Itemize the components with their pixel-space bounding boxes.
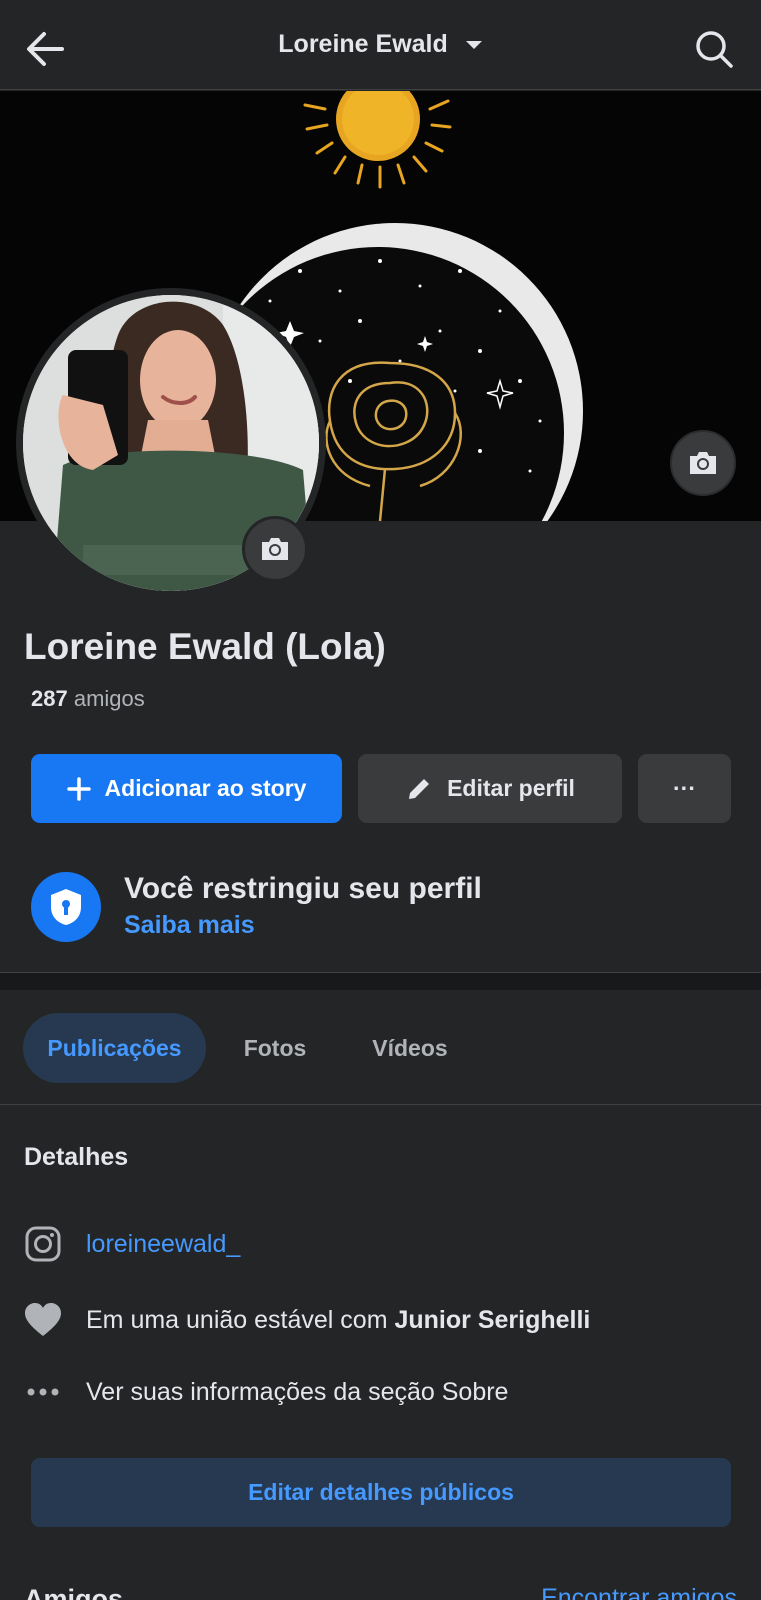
tabs-divider	[0, 1104, 761, 1105]
profile-camera-button[interactable]	[242, 516, 308, 582]
shield-lock-icon	[51, 889, 81, 925]
sun-illustration	[303, 91, 452, 189]
tab-videos[interactable]: Vídeos	[356, 1013, 464, 1083]
camera-icon	[690, 452, 716, 474]
add-to-story-label: Adicionar ao story	[104, 775, 307, 801]
learn-more-link[interactable]: Saiba mais	[124, 911, 255, 940]
about-detail[interactable]: Ver suas informações da seção Sobre	[24, 1372, 508, 1412]
profile-name: Loreine Ewald (Lola)	[24, 626, 386, 667]
instagram-icon	[24, 1225, 62, 1263]
edit-public-details-button[interactable]: Editar detalhes públicos	[31, 1458, 731, 1527]
friends-count[interactable]: 287 amigos	[31, 686, 145, 712]
relationship-partner[interactable]: Junior Serighelli	[394, 1306, 590, 1334]
instagram-detail[interactable]: loreineewald_	[24, 1224, 240, 1264]
friends-section-heading: Amigos	[24, 1584, 124, 1600]
caret-down-icon	[465, 41, 482, 50]
tab-posts[interactable]: Publicações	[23, 1013, 206, 1083]
about-link-text: Ver suas informações da seção Sobre	[86, 1377, 509, 1406]
relationship-text: Em uma união estável com Junior Serighel…	[86, 1306, 590, 1335]
edit-profile-label: Editar perfil	[447, 775, 575, 801]
more-dots-icon	[24, 1373, 62, 1411]
more-options-label: ···	[673, 775, 696, 801]
cover-camera-button[interactable]	[670, 430, 736, 496]
instagram-handle[interactable]: loreineewald_	[86, 1230, 240, 1259]
edit-profile-button[interactable]: Editar perfil	[358, 754, 622, 823]
find-friends-link[interactable]: Encontrar amigos	[541, 1584, 737, 1600]
heart-icon	[24, 1301, 62, 1339]
details-heading: Detalhes	[24, 1143, 129, 1171]
more-options-button[interactable]: ···	[638, 754, 731, 823]
search-icon[interactable]	[693, 28, 735, 70]
relationship-prefix: Em uma união estável com	[86, 1305, 395, 1334]
friends-count-label: amigos	[73, 686, 145, 711]
friends-count-number: 287	[31, 686, 68, 711]
pencil-icon	[409, 778, 430, 799]
camera-icon	[262, 538, 288, 560]
profile-switcher[interactable]: Loreine Ewald	[0, 30, 761, 59]
relationship-detail: Em uma união estável com Junior Serighel…	[24, 1300, 590, 1340]
profile-lock-badge	[31, 872, 101, 942]
plus-icon	[66, 776, 91, 801]
restricted-profile-title: Você restringiu seu perfil	[124, 872, 482, 905]
add-to-story-button[interactable]: Adicionar ao story	[31, 754, 342, 823]
header-title: Loreine Ewald	[278, 30, 448, 58]
section-divider	[0, 972, 761, 990]
top-bar: Loreine Ewald	[0, 0, 761, 90]
tab-photos[interactable]: Fotos	[230, 1013, 320, 1083]
